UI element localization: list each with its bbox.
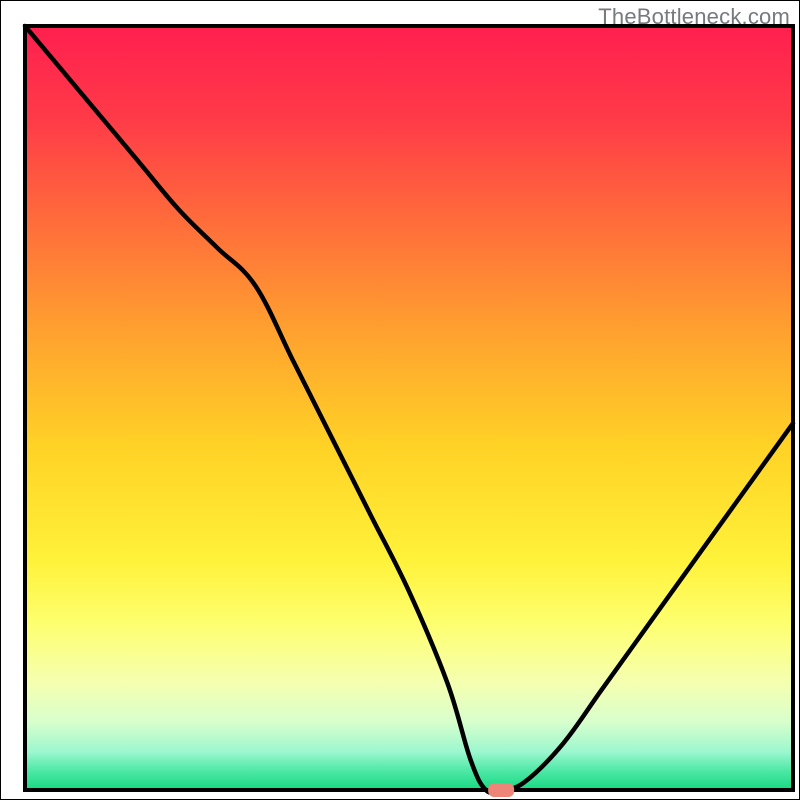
chart-svg: [0, 0, 800, 800]
bottleneck-chart: TheBottleneck.com: [0, 0, 800, 800]
optimum-marker: [488, 783, 514, 797]
watermark-text: TheBottleneck.com: [598, 4, 790, 30]
plot-background: [25, 26, 793, 790]
